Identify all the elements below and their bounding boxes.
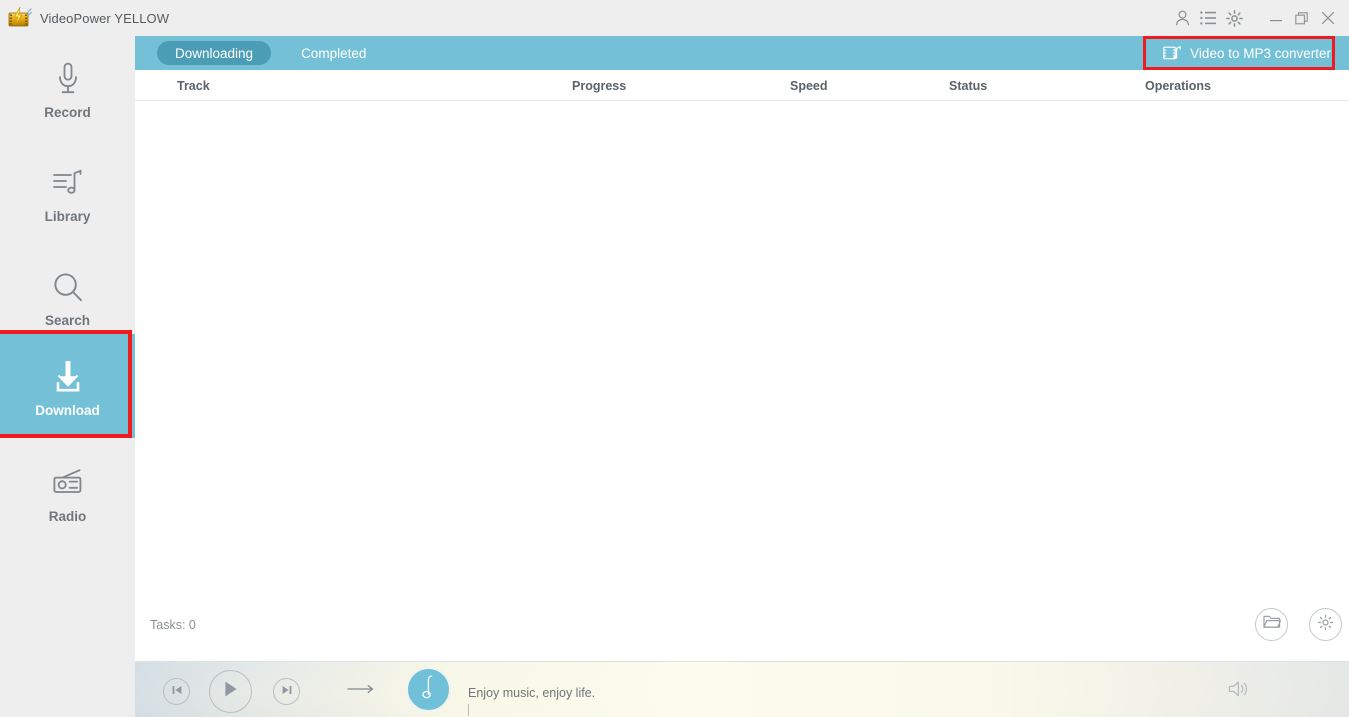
magnifier-icon <box>52 265 84 309</box>
folder-icon <box>1262 614 1281 635</box>
menu-list-icon[interactable] <box>1195 2 1221 34</box>
application-window: VideoPower YELLOW Record Library Search … <box>0 0 1349 717</box>
close-icon[interactable] <box>1315 2 1341 34</box>
download-settings-button[interactable] <box>1309 608 1342 641</box>
download-task-list <box>135 101 1349 624</box>
progress-caret <box>468 704 469 716</box>
tab-bar: Downloading Completed Video to MP3 conve… <box>135 36 1349 70</box>
gear-icon[interactable] <box>1221 2 1247 34</box>
next-track-button[interactable] <box>273 678 300 705</box>
player-bar: Enjoy music, enjoy life. <box>135 661 1349 717</box>
main-panel: Downloading Completed Video to MP3 conve… <box>135 36 1349 661</box>
sidebar-item-download[interactable]: Download <box>0 334 135 438</box>
sidebar-item-label: Search <box>44 312 91 328</box>
minimize-icon[interactable] <box>1263 2 1289 34</box>
sidebar-item-library[interactable]: Library <box>0 140 135 244</box>
titlebar-controls <box>1169 0 1341 36</box>
film-music-note-icon <box>1163 45 1181 62</box>
sidebar-item-search[interactable]: Search <box>0 244 135 348</box>
title-bar: VideoPower YELLOW <box>0 0 1349 36</box>
previous-track-button[interactable] <box>163 678 190 705</box>
gear-icon <box>1317 614 1334 636</box>
playback-mode-button[interactable] <box>340 680 382 702</box>
column-header-progress[interactable]: Progress <box>572 70 626 101</box>
play-button[interactable] <box>209 670 252 713</box>
sidebar-item-record[interactable]: Record <box>0 36 135 140</box>
film-lightning-logo-icon <box>6 6 33 30</box>
radio-icon <box>51 461 85 505</box>
download-arrow-icon <box>51 355 85 399</box>
tab-completed[interactable]: Completed <box>283 41 384 65</box>
volume-button[interactable] <box>1227 680 1251 702</box>
tasks-count-label: Tasks: 0 <box>150 618 196 632</box>
maximize-icon[interactable] <box>1289 2 1315 34</box>
column-header-status[interactable]: Status <box>949 70 987 101</box>
account-icon[interactable] <box>1169 2 1195 34</box>
music-library-icon <box>52 161 84 205</box>
converter-button-label: Video to MP3 converter <box>1190 45 1331 61</box>
skip-previous-icon <box>171 683 183 701</box>
video-to-mp3-converter-button[interactable]: Video to MP3 converter <box>1163 39 1331 67</box>
sidebar-item-label: Radio <box>48 508 87 524</box>
open-folder-button[interactable] <box>1255 608 1288 641</box>
repeat-arrow-icon <box>346 682 376 700</box>
sidebar-item-radio[interactable]: Radio <box>0 440 135 544</box>
track-cover-avatar <box>406 667 451 712</box>
speaker-icon <box>1228 680 1250 703</box>
column-header-operations[interactable]: Operations <box>1145 70 1211 101</box>
sidebar-item-label: Download <box>35 402 100 418</box>
play-icon <box>222 680 239 703</box>
music-note-icon <box>420 674 438 705</box>
column-header-speed[interactable]: Speed <box>790 70 828 101</box>
table-header-row: Track Progress Speed Status Operations <box>135 70 1349 101</box>
skip-next-icon <box>281 683 293 701</box>
sidebar-item-label: Record <box>44 104 91 120</box>
sidebar-item-label: Library <box>44 208 91 224</box>
tab-downloading[interactable]: Downloading <box>157 41 272 65</box>
main-footer: Tasks: 0 <box>135 608 1349 660</box>
column-header-track[interactable]: Track <box>177 70 210 101</box>
sidebar: Record Library Search Download Radio <box>0 36 135 717</box>
now-playing-title: Enjoy music, enjoy life. <box>468 686 596 700</box>
window-title: VideoPower YELLOW <box>40 10 170 26</box>
microphone-icon <box>55 57 81 101</box>
